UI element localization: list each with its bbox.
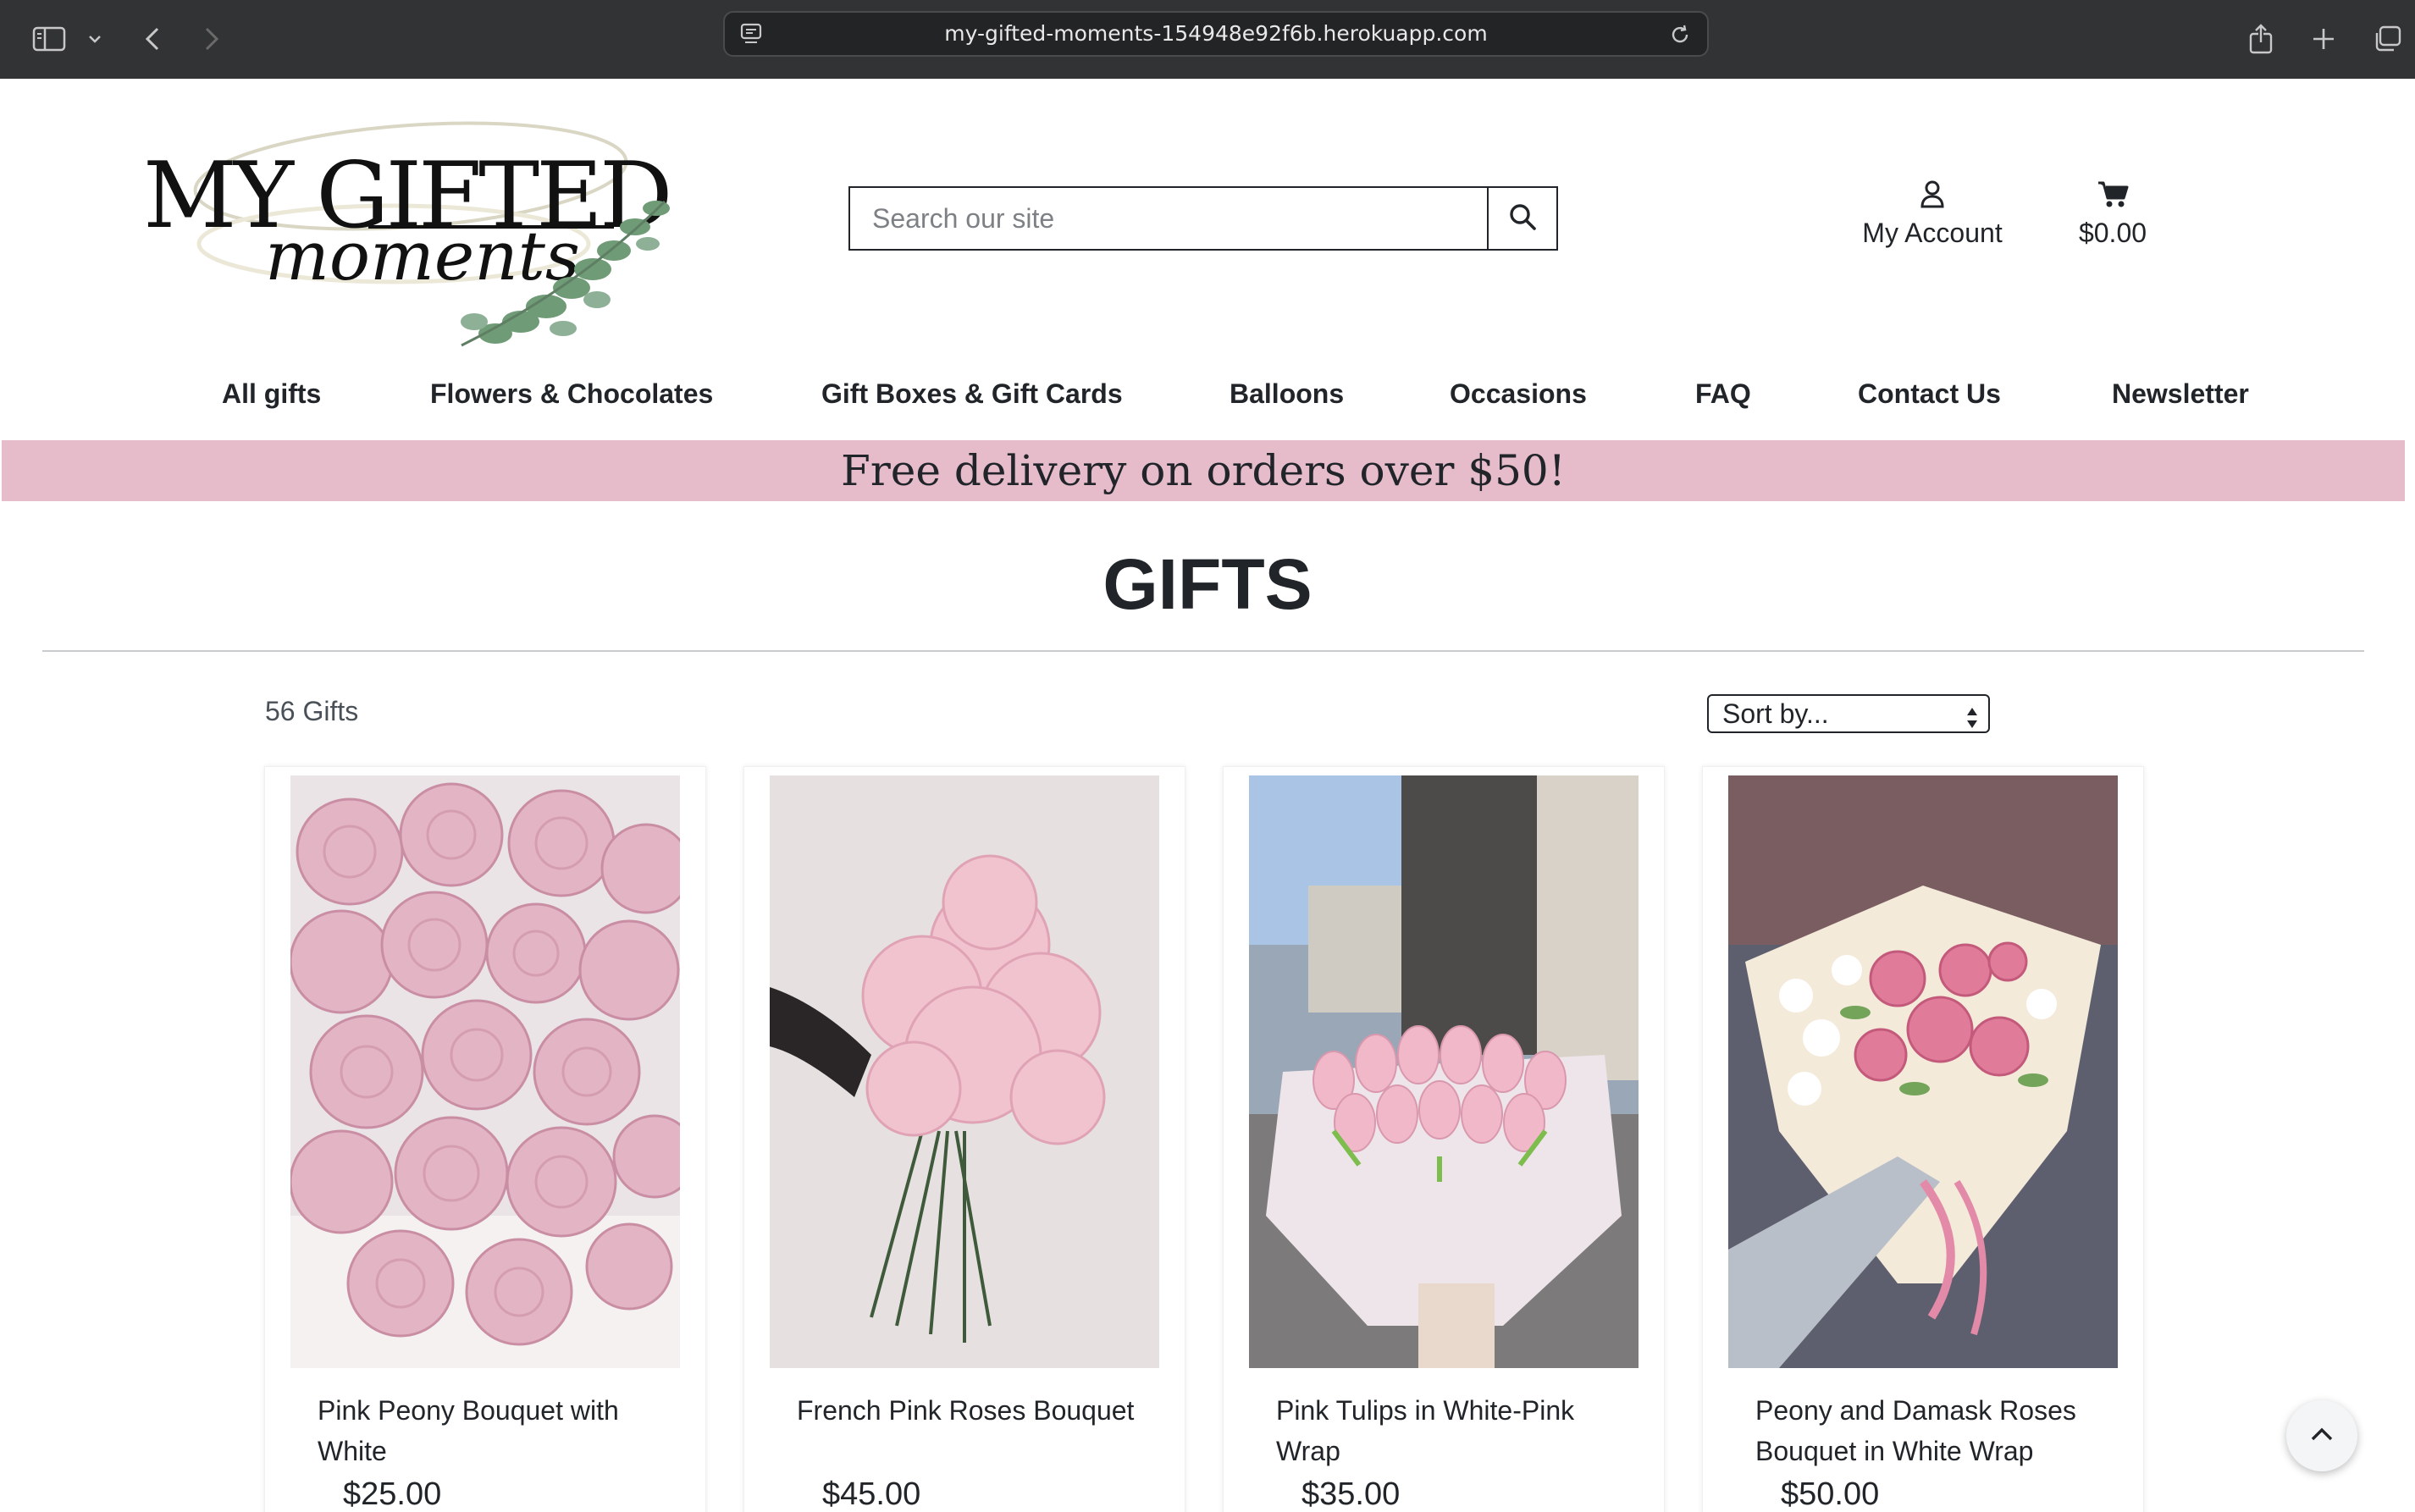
back-to-top-button[interactable]: [2286, 1400, 2357, 1471]
chevron-up-icon: [2309, 1426, 2335, 1447]
sort-select-value: Sort by...: [1722, 698, 1829, 729]
product-price: $25.00: [343, 1476, 442, 1512]
nav-contact-us[interactable]: Contact Us: [1858, 371, 2001, 417]
select-arrows-icon: [1966, 703, 1978, 738]
product-card[interactable]: Peony and Damask Roses Bouquet in White …: [1702, 766, 2144, 1512]
cart-link[interactable]: $0.00: [2066, 179, 2159, 249]
chevron-down-icon[interactable]: [83, 15, 107, 63]
share-icon[interactable]: [2244, 15, 2278, 63]
my-account-label: My Account: [1862, 218, 2003, 248]
product-card[interactable]: Pink Tulips in White-Pink Wrap $35.00: [1223, 766, 1665, 1512]
product-name[interactable]: French Pink Roses Bouquet: [797, 1390, 1152, 1431]
search-button[interactable]: [1487, 188, 1556, 249]
site-logo[interactable]: MY GIFTED moments: [140, 100, 682, 354]
nav-newsletter[interactable]: Newsletter: [2112, 371, 2249, 417]
url-text: my-gifted-moments-154948e92f6b.herokuapp…: [944, 21, 1488, 46]
product-price: $35.00: [1301, 1476, 1401, 1512]
forward-icon[interactable]: [196, 15, 227, 63]
browser-toolbar: my-gifted-moments-154948e92f6b.herokuapp…: [0, 0, 2415, 79]
address-bar[interactable]: my-gifted-moments-154948e92f6b.herokuapp…: [723, 11, 1709, 57]
nav-faq[interactable]: FAQ: [1695, 371, 1751, 417]
product-name[interactable]: Pink Peony Bouquet with White: [318, 1390, 673, 1471]
search-form: [848, 186, 1558, 251]
divider: [42, 650, 2364, 652]
product-image[interactable]: [1728, 775, 2118, 1368]
search-input[interactable]: [850, 188, 1487, 249]
nav-flowers-chocolates[interactable]: Flowers & Chocolates: [430, 371, 713, 417]
product-name[interactable]: Peony and Damask Roses Bouquet in White …: [1755, 1390, 2111, 1471]
nav-gift-boxes-gift-cards[interactable]: Gift Boxes & Gift Cards: [821, 371, 1123, 417]
nav-balloons[interactable]: Balloons: [1230, 371, 1344, 417]
product-price: $50.00: [1781, 1476, 1880, 1512]
product-name[interactable]: Pink Tulips in White-Pink Wrap: [1276, 1390, 1632, 1471]
sort-select[interactable]: Sort by...: [1707, 694, 1990, 733]
delivery-banner: Free delivery on orders over $50!: [2, 440, 2405, 501]
product-price: $45.00: [822, 1476, 921, 1512]
product-image[interactable]: [770, 775, 1159, 1368]
product-card[interactable]: French Pink Roses Bouquet $45.00: [743, 766, 1185, 1512]
nav-all-gifts[interactable]: All gifts: [222, 371, 321, 417]
search-icon: [1508, 202, 1537, 235]
product-image[interactable]: [1249, 775, 1639, 1368]
nav-occasions[interactable]: Occasions: [1450, 371, 1587, 417]
product-image[interactable]: [290, 775, 680, 1368]
sidebar-icon[interactable]: [29, 15, 69, 63]
back-icon[interactable]: [137, 15, 168, 63]
page-title: GIFTS: [1102, 544, 1312, 624]
product-card[interactable]: Pink Peony Bouquet with White $25.00: [264, 766, 706, 1512]
tabs-overview-icon[interactable]: [2369, 15, 2405, 63]
cart-icon: [2097, 181, 2129, 212]
reload-icon[interactable]: [1668, 23, 1692, 51]
new-tab-icon[interactable]: [2307, 15, 2340, 63]
my-account-link[interactable]: My Account: [1846, 179, 2019, 249]
gift-count: 56 Gifts: [265, 696, 359, 726]
cart-total: $0.00: [2078, 218, 2147, 248]
user-icon: [1920, 180, 1945, 212]
